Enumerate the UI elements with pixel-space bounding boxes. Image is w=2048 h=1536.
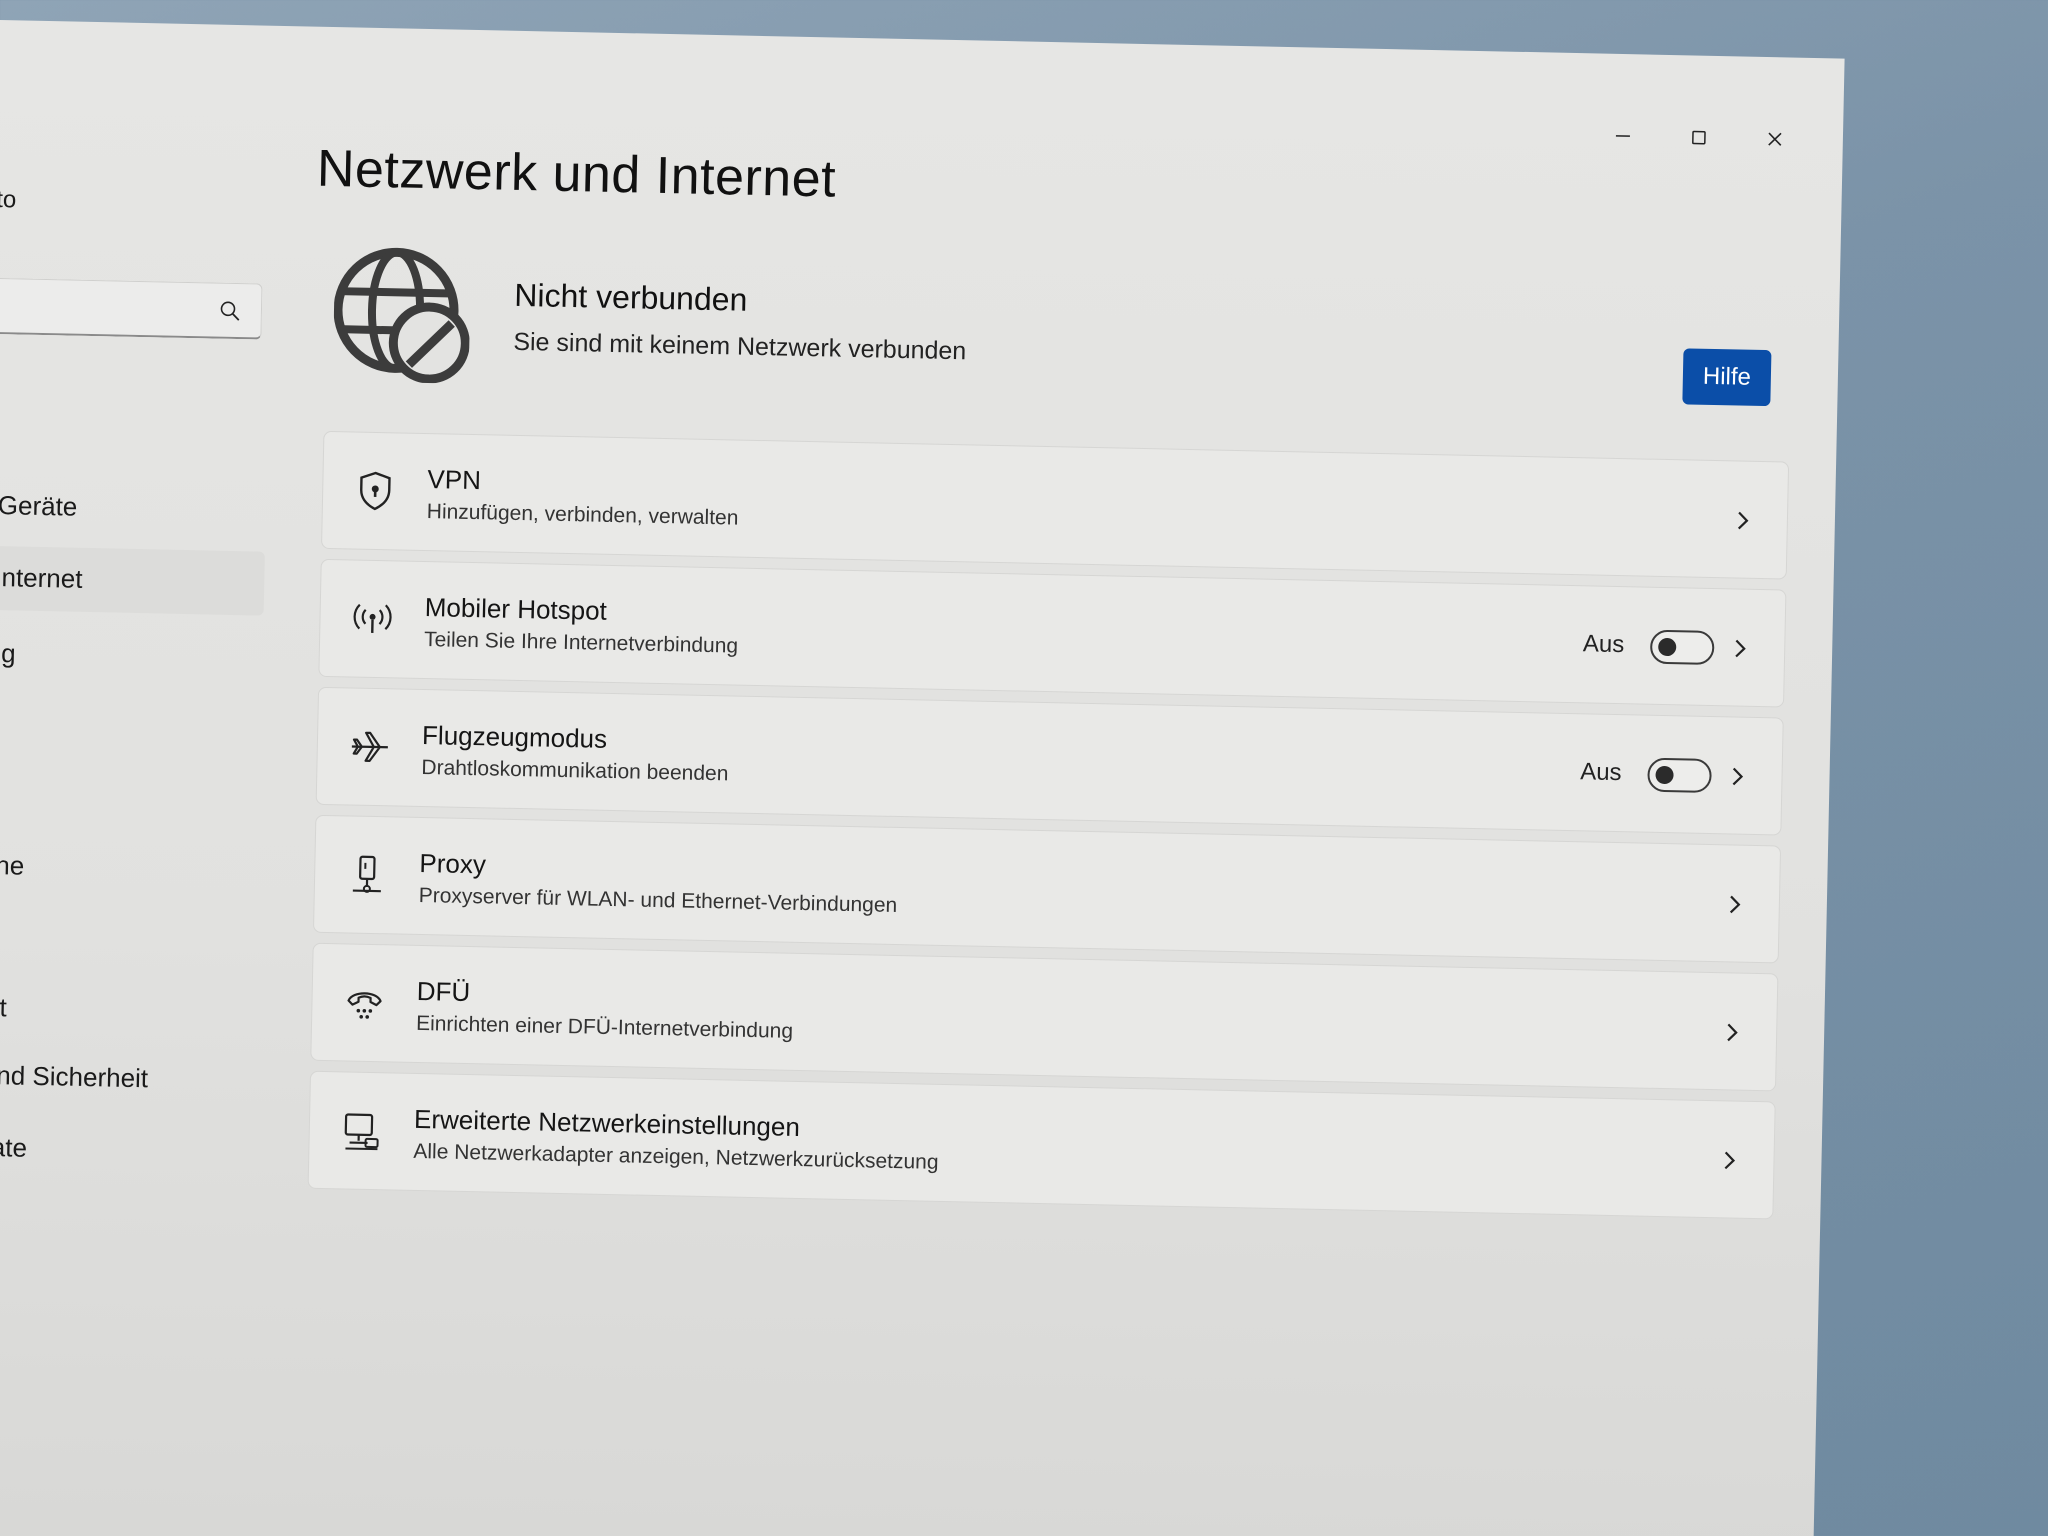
page-title: Netzwerk und Internet xyxy=(316,139,837,209)
connection-status-subtitle: Sie sind mit keinem Netzwerk verbunden xyxy=(513,327,967,366)
proxy-icon xyxy=(341,848,394,901)
setting-vpn[interactable]: VPN Hinzufügen, verbinden, verwalten xyxy=(320,430,1790,580)
maximize-button[interactable] xyxy=(1660,115,1737,161)
toggle-state-label: Aus xyxy=(1582,630,1625,659)
chevron-right-icon xyxy=(1737,511,1749,530)
chevron-right-icon xyxy=(1729,895,1741,914)
account-name: to xyxy=(0,185,17,214)
close-icon xyxy=(1768,132,1782,146)
sidebar-item-personalization[interactable]: ng xyxy=(0,638,16,670)
chevron-right-icon xyxy=(1732,767,1744,786)
setting-subtitle: Alle Netzwerkadapter anzeigen, Netzwerkz… xyxy=(413,1139,939,1174)
settings-list: VPN Hinzufügen, verbinden, verwalten Mob… xyxy=(307,430,1790,1230)
help-button[interactable]: Hilfe xyxy=(1682,348,1772,407)
setting-subtitle: Drahtloskommunikation beenden xyxy=(421,755,729,786)
dialup-icon xyxy=(338,976,391,1029)
maximize-icon xyxy=(1692,130,1706,145)
sidebar-item-windows-update[interactable]: date xyxy=(0,1132,27,1164)
toggle-knob xyxy=(1658,637,1677,657)
sidebar-item-search[interactable]: che xyxy=(0,850,25,882)
minimize-icon xyxy=(1615,135,1630,137)
close-button[interactable] xyxy=(1736,116,1813,162)
minimize-button[interactable] xyxy=(1584,113,1661,159)
main-content: Netzwerk und Internet Nicht verbunden Si… xyxy=(307,27,1800,1220)
sidebar-item-network[interactable]: Internet xyxy=(0,545,265,616)
setting-title: Proxy xyxy=(419,847,487,880)
setting-title: Mobiler Hotspot xyxy=(424,592,608,626)
search-input[interactable] xyxy=(0,277,263,340)
setting-title: VPN xyxy=(427,464,482,496)
connection-status-title: Nicht verbunden xyxy=(513,276,748,318)
sidebar-item-label: Internet xyxy=(0,562,83,594)
globe-disconnected-icon xyxy=(333,247,470,384)
airplane-mode-toggle[interactable] xyxy=(1647,757,1712,794)
setting-advanced-network[interactable]: Erweiterte Netzwerkeinstellungen Alle Ne… xyxy=(307,1070,1776,1220)
sidebar-item-accessibility[interactable]: eit xyxy=(0,992,7,1024)
chevron-right-icon xyxy=(1724,1151,1736,1170)
setting-title: Erweiterte Netzwerkeinstellungen xyxy=(413,1103,801,1142)
setting-subtitle: Proxyserver für WLAN- und Ethernet-Verbi… xyxy=(418,883,898,917)
settings-window: to Geräte Internet ng che eit und Sicher… xyxy=(0,20,1845,1536)
sidebar-item-privacy-security[interactable]: und Sicherheit xyxy=(0,1060,148,1094)
setting-subtitle: Teilen Sie Ihre Internetverbindung xyxy=(423,628,739,658)
chevron-right-icon xyxy=(1727,1023,1738,1042)
airplane-icon xyxy=(343,720,396,773)
setting-mobile-hotspot[interactable]: Mobiler Hotspot Teilen Sie Ihre Internet… xyxy=(318,558,1787,708)
search-icon[interactable] xyxy=(219,299,241,321)
hotspot-icon xyxy=(346,592,399,645)
setting-title: Flugzeugmodus xyxy=(421,720,608,754)
chevron-right-icon xyxy=(1735,639,1746,658)
toggle-knob xyxy=(1655,765,1674,785)
setting-subtitle: Einrichten einer DFÜ-Internetverbindung xyxy=(415,1011,794,1043)
setting-title: DFÜ xyxy=(416,975,471,1008)
window-controls xyxy=(1584,113,1813,162)
setting-proxy[interactable]: Proxy Proxyserver für WLAN- und Ethernet… xyxy=(312,814,1782,964)
hotspot-toggle[interactable] xyxy=(1649,629,1715,666)
setting-dialup[interactable]: DFÜ Einrichten einer DFÜ-Internetverbind… xyxy=(310,942,1779,1092)
setting-airplane-mode[interactable]: Flugzeugmodus Drahtloskommunikation been… xyxy=(315,686,1784,836)
toggle-state-label: Aus xyxy=(1579,758,1622,787)
setting-subtitle: Hinzufügen, verbinden, verwalten xyxy=(426,500,739,530)
sidebar: to Geräte Internet ng che eit und Sicher… xyxy=(0,20,290,1536)
shield-icon xyxy=(349,464,402,517)
network-computer-icon xyxy=(335,1104,388,1157)
sidebar-item-devices[interactable]: Geräte xyxy=(0,490,78,523)
